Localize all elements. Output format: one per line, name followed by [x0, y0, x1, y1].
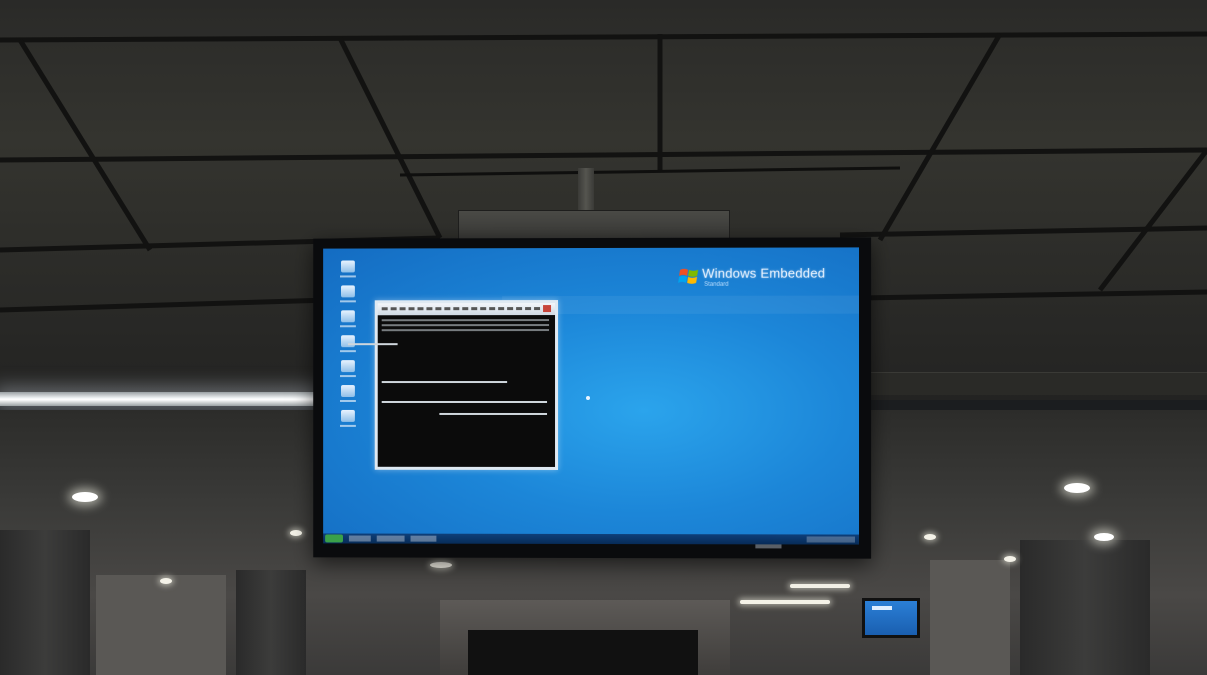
ceiling-downlight [1064, 483, 1090, 493]
console-output-line [439, 413, 547, 415]
ceiling-downlight [924, 534, 936, 540]
start-button[interactable] [325, 534, 343, 542]
ceiling-beam [862, 372, 1207, 395]
counter-panel [468, 630, 698, 675]
distant-monitor [862, 598, 920, 638]
os-brand-subtitle: Standard [704, 282, 728, 288]
wall-panel [96, 575, 226, 675]
monitor-logo [755, 544, 781, 548]
system-tray[interactable] [807, 536, 855, 542]
ceiling-downlight [790, 584, 850, 588]
distant-monitor-text [872, 606, 892, 610]
fluorescent-light [0, 392, 318, 406]
application-icon[interactable] [341, 410, 355, 422]
mouse-cursor [586, 396, 590, 400]
recycle-bin-icon[interactable] [341, 285, 355, 297]
windows-flag-icon [678, 266, 700, 286]
monitor-mount-pole [578, 168, 594, 216]
pillar [0, 530, 90, 675]
desktop-screen: Windows Embedded Standard [323, 247, 859, 544]
desktop-icon-label [340, 400, 356, 402]
network-icon[interactable] [341, 335, 355, 347]
ceiling-downlight [1094, 533, 1114, 541]
ceiling-downlight [430, 562, 452, 568]
desktop-icon-label [340, 425, 356, 427]
console-output-line [348, 343, 398, 345]
console-title-text [382, 307, 541, 310]
photo-scene: Windows Embedded Standard [0, 0, 1207, 675]
computer-icon[interactable] [341, 260, 355, 272]
desktop-icon-label [340, 300, 356, 302]
shortcut-icon[interactable] [341, 360, 355, 372]
ceiling-downlight [740, 600, 830, 604]
os-brand-title: Windows Embedded [702, 266, 825, 281]
desktop-icon-label [340, 275, 356, 277]
desktop-icon-label [340, 350, 356, 352]
taskbar-item[interactable] [411, 536, 437, 542]
console-titlebar[interactable] [378, 303, 555, 315]
folder-icon[interactable] [341, 310, 355, 322]
close-icon[interactable] [543, 305, 551, 312]
console-output-line [382, 381, 507, 383]
console-window[interactable] [375, 300, 558, 470]
ceiling-downlight [1004, 556, 1016, 562]
monitor: Windows Embedded Standard [313, 237, 871, 558]
wall-panel [930, 560, 1010, 675]
taskbar-item[interactable] [349, 536, 371, 542]
desktop-icon-label [340, 325, 356, 327]
desktop-icon-column [341, 260, 361, 434]
taskbar-item[interactable] [377, 536, 405, 542]
desktop-icon-label [340, 375, 356, 377]
pillar [1020, 540, 1150, 675]
console-output-line [382, 401, 547, 403]
document-icon[interactable] [341, 385, 355, 397]
pillar [236, 570, 306, 675]
ceiling-downlight [160, 578, 172, 584]
ceiling-downlight [72, 492, 98, 502]
taskbar[interactable] [323, 533, 859, 544]
console-output-header [382, 319, 549, 333]
ceiling-downlight [290, 530, 302, 536]
